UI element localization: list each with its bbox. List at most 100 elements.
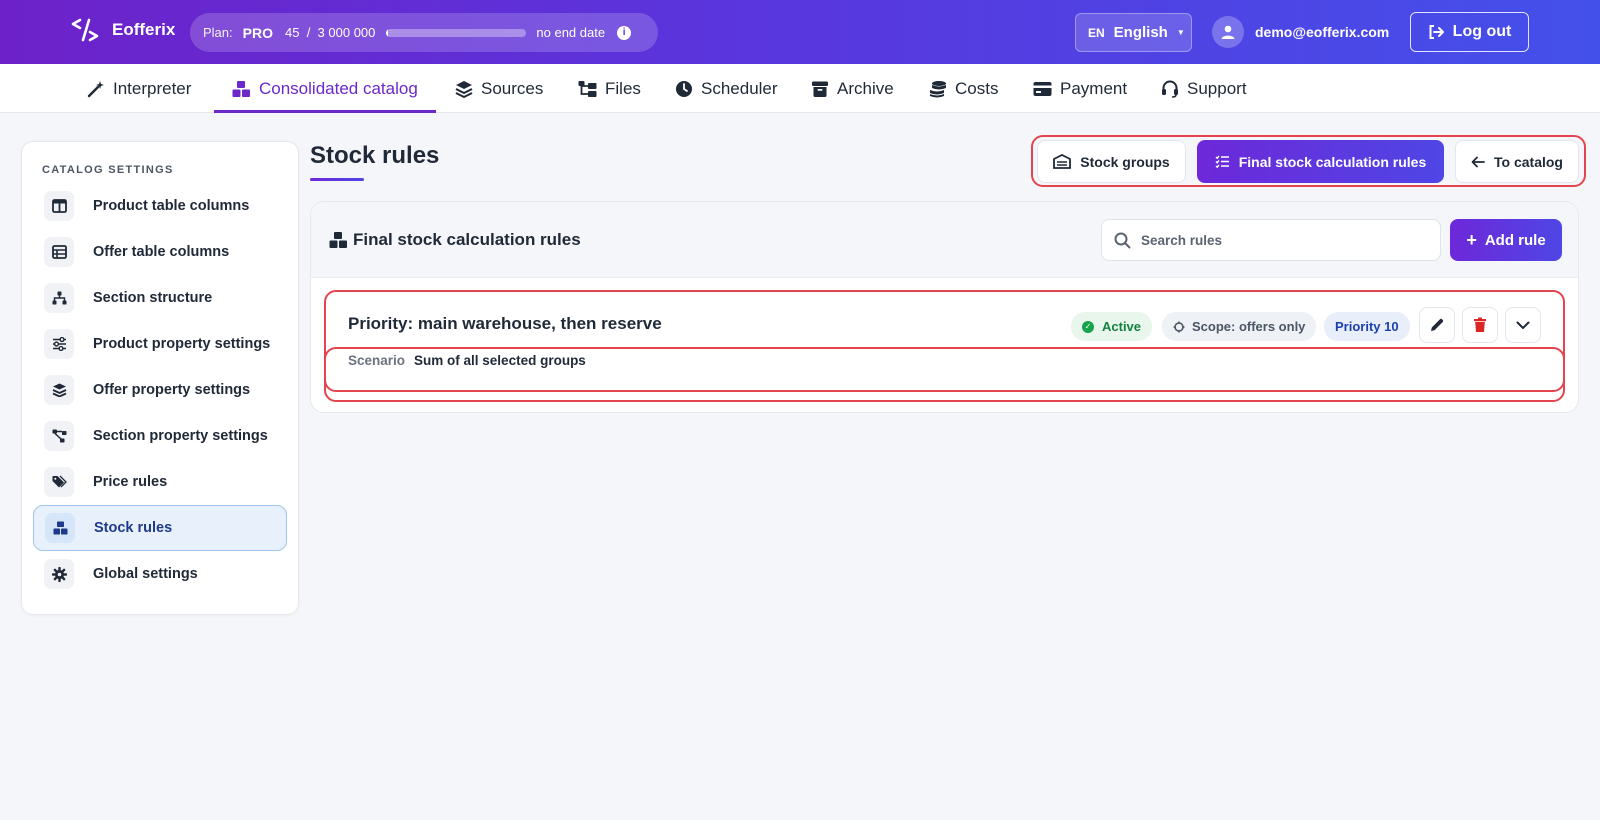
final-rules-label: Final stock calculation rules (1238, 153, 1427, 170)
stock-groups-label: Stock groups (1080, 153, 1170, 170)
language-code: EN (1088, 25, 1105, 40)
sidebar-item-global-settings[interactable]: Global settings (33, 551, 287, 597)
nav-item-label: Payment (1060, 78, 1128, 98)
scope-badge: Scope: offers only (1162, 312, 1317, 341)
sidebar-item-offer-property-settings[interactable]: Offer property settings (33, 367, 287, 413)
sidebar-item-section-property-settings[interactable]: Section property settings (33, 413, 287, 459)
page-title-underline (310, 178, 364, 181)
edit-rule-button[interactable] (1419, 307, 1455, 343)
nav-item-label: Costs (955, 78, 999, 98)
expand-rule-button[interactable] (1505, 307, 1541, 343)
logout-label: Log out (1452, 23, 1512, 40)
layers-icon (455, 80, 473, 98)
diagram-icon (44, 421, 74, 451)
sidebar-item-stock-rules[interactable]: Stock rules (33, 505, 287, 551)
arrow-left-icon (1471, 156, 1485, 167)
avatar (1212, 16, 1244, 48)
clock-icon (675, 80, 693, 98)
nav-item-costs[interactable]: Costs (929, 64, 998, 113)
crosshair-icon (1173, 321, 1185, 332)
plan-indicator: Plan: PRO 45 / 3 000 000 no end date i (190, 13, 658, 52)
nav-item-interpreter[interactable]: Interpreter (87, 64, 191, 113)
sidebar-item-label: Product property settings (93, 336, 271, 352)
plan-usage-bar (386, 28, 527, 37)
nav-item-archive[interactable]: Archive (811, 64, 894, 113)
sidebar-item-label: Offer table columns (93, 244, 230, 260)
rule-scenario: Scenario Sum of all selected groups (348, 353, 586, 368)
boxes-icon (232, 80, 251, 98)
main-nav: Interpreter Consolidated catalog Sources… (0, 64, 1600, 113)
sidebar-item-section-structure[interactable]: Section structure (33, 275, 287, 321)
search-rules-field[interactable] (1101, 219, 1441, 261)
credit-card-icon (1033, 81, 1052, 97)
nav-item-label: Scheduler (701, 78, 778, 98)
boxes-icon (329, 232, 347, 248)
sidebar-item-product-property-settings[interactable]: Product property settings (33, 321, 287, 367)
add-rule-label: Add rule (1484, 231, 1546, 249)
sidebar-item-label: Price rules (93, 474, 168, 490)
status-badge: ✓ Active (1071, 312, 1153, 341)
search-icon (1114, 232, 1131, 248)
info-icon[interactable]: i (617, 25, 632, 40)
logout-button[interactable]: Log out (1410, 12, 1529, 52)
boxes-icon (45, 513, 75, 543)
nav-item-label: Files (605, 78, 641, 98)
sidebar-item-price-rules[interactable]: Price rules (33, 459, 287, 505)
sidebar-item-product-table-columns[interactable]: Product table columns (33, 183, 287, 229)
tags-icon (44, 467, 74, 497)
nav-item-consolidated-catalog[interactable]: Consolidated catalog (214, 64, 436, 113)
nav-item-support[interactable]: Support (1161, 64, 1247, 113)
page-title: Stock rules (310, 142, 440, 169)
nav-item-sources[interactable]: Sources (455, 64, 543, 113)
rule-title: Priority: main warehouse, then reserve (348, 314, 662, 333)
user-menu[interactable]: demo@eofferix.com (1212, 16, 1389, 48)
layers-icon (44, 375, 74, 405)
sidebar-item-label: Section structure (93, 290, 213, 306)
to-catalog-label: To catalog (1494, 153, 1563, 170)
top-bar: Eofferix Plan: PRO 45 / 3 000 000 no end… (0, 0, 1600, 64)
final-rules-button[interactable]: Final stock calculation rules (1197, 140, 1444, 183)
nav-item-files[interactable]: Files (578, 64, 641, 113)
logo-icon (71, 18, 99, 42)
trash-icon (1474, 317, 1486, 332)
pencil-icon (1431, 318, 1444, 331)
check-circle-icon: ✓ (1082, 320, 1094, 333)
to-catalog-button[interactable]: To catalog (1455, 140, 1579, 183)
nav-item-label: Sources (481, 78, 544, 98)
add-rule-button[interactable]: + Add rule (1450, 219, 1562, 261)
folder-tree-icon (578, 80, 597, 98)
caret-down-icon: ▼ (1176, 28, 1185, 37)
scenario-value: Sum of all selected groups (414, 353, 586, 368)
sidebar-item-label: Section property settings (93, 428, 268, 444)
list-check-icon (1215, 155, 1229, 168)
sitemap-icon (44, 283, 74, 313)
stock-groups-button[interactable]: Stock groups (1037, 140, 1186, 183)
search-input[interactable] (1141, 232, 1421, 248)
plan-end-date: no end date (536, 25, 606, 40)
user-email: demo@eofferix.com (1255, 24, 1390, 40)
sidebar-item-offer-table-columns[interactable]: Offer table columns (33, 229, 287, 275)
chevron-down-icon (1516, 321, 1530, 329)
nav-item-label: Consolidated catalog (259, 78, 418, 98)
sidebar-item-label: Offer property settings (93, 382, 251, 398)
language-selector[interactable]: EN English ▼ (1075, 13, 1192, 52)
plan-label: Plan: (203, 25, 233, 40)
plan-name: PRO (242, 24, 273, 41)
app-logo[interactable]: Eofferix (70, 18, 175, 42)
user-icon (1221, 25, 1235, 39)
nav-item-scheduler[interactable]: Scheduler (675, 64, 778, 113)
table-icon (44, 237, 74, 267)
columns-icon (44, 191, 74, 221)
magic-wand-icon (87, 80, 105, 98)
delete-rule-button[interactable] (1462, 307, 1498, 343)
sidebar-item-label: Stock rules (94, 520, 173, 536)
nav-item-payment[interactable]: Payment (1033, 64, 1127, 113)
nav-item-label: Archive (837, 78, 894, 98)
language-name: English (1113, 24, 1168, 41)
sliders-icon (44, 329, 74, 359)
archive-icon (811, 80, 829, 98)
gear-icon (44, 559, 74, 589)
warehouse-icon (1053, 154, 1072, 169)
plus-icon: + (1466, 230, 1477, 250)
sidebar-item-label: Global settings (93, 566, 198, 582)
